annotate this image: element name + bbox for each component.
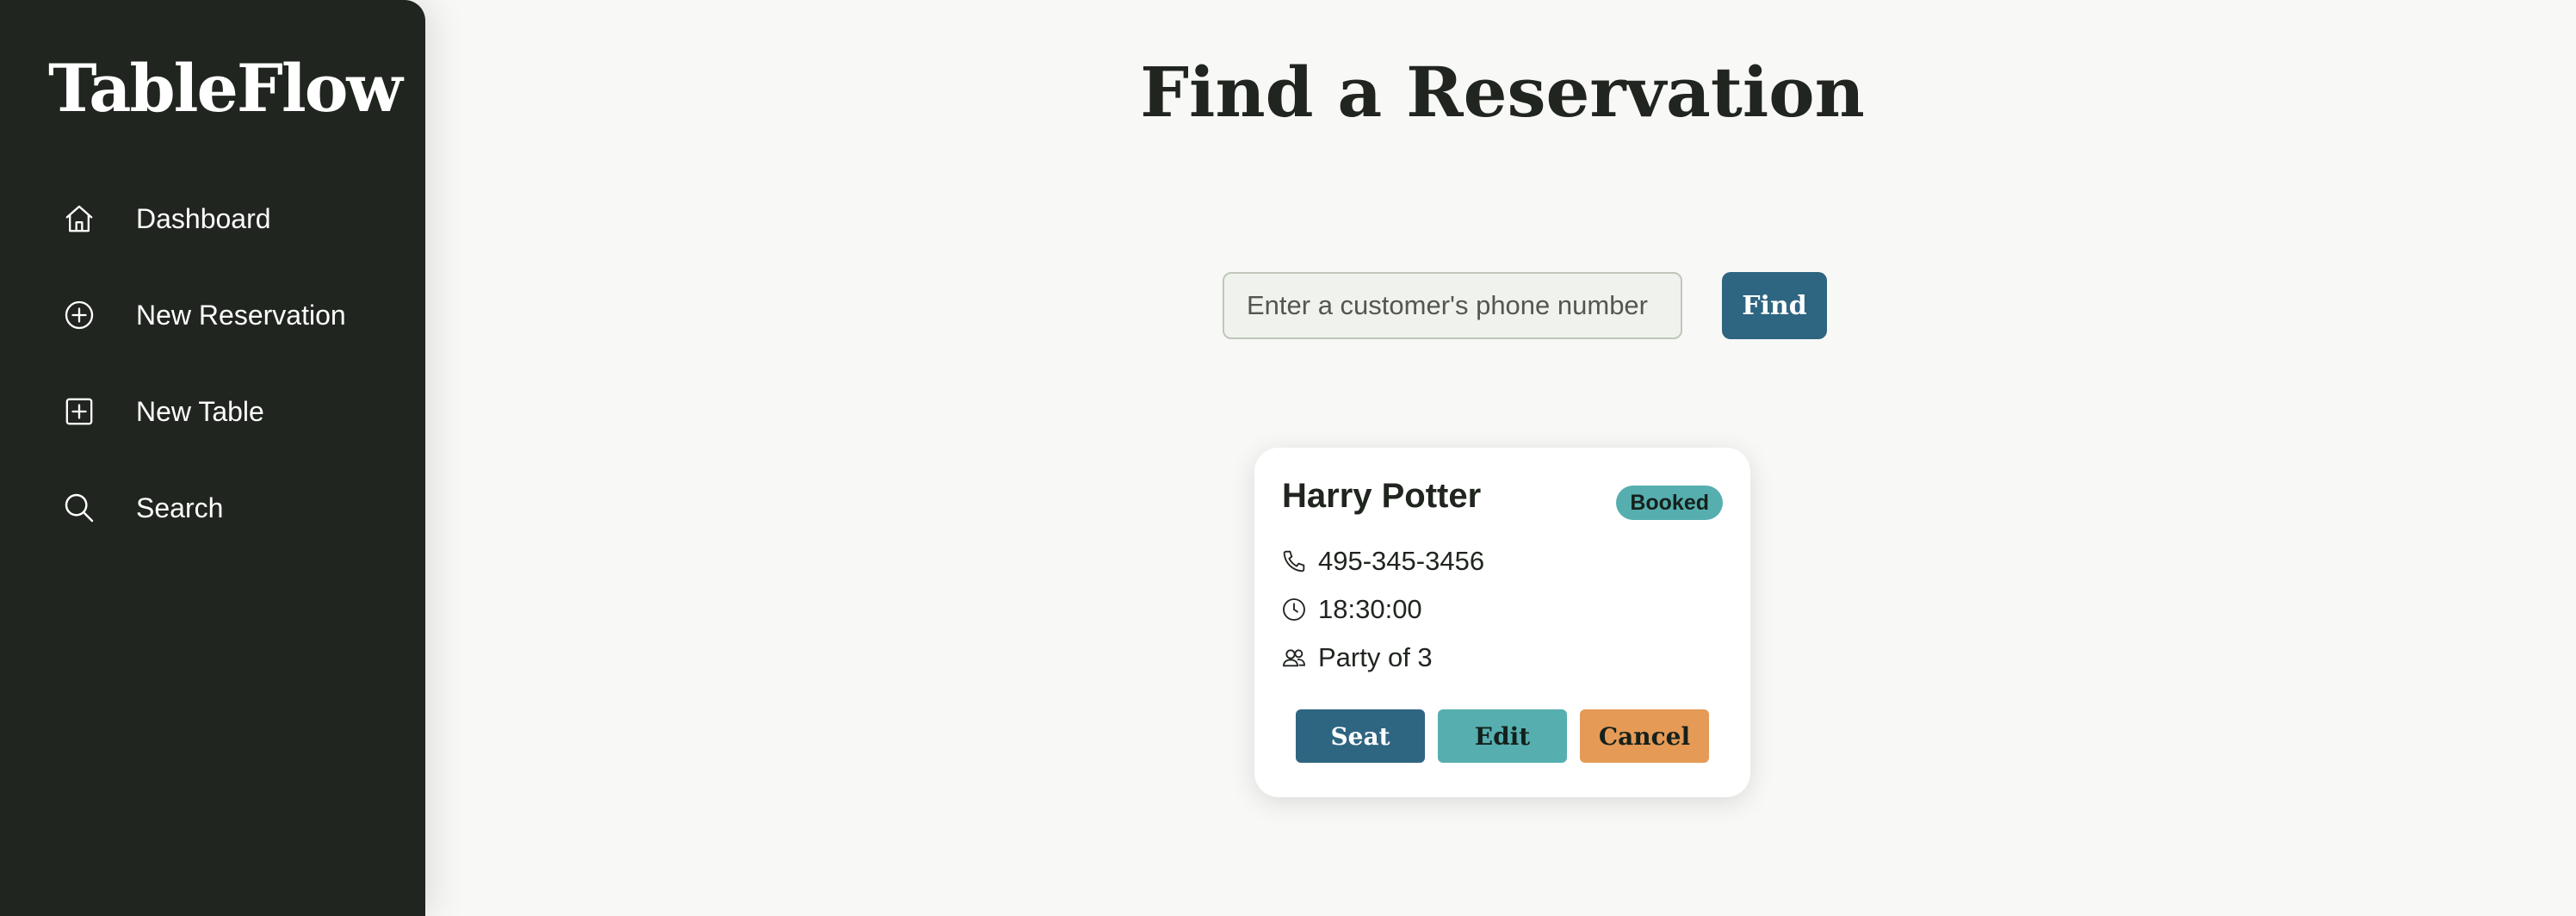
page-title: Find a Reservation: [1140, 52, 1865, 133]
sidebar: TableFlow Dashboard New Reservation New …: [0, 0, 425, 916]
sidebar-item-label: Dashboard: [136, 203, 271, 234]
sidebar-item-label: New Table: [136, 396, 264, 427]
phone-search-input[interactable]: [1223, 272, 1682, 339]
phone-number: 495-345-3456: [1318, 546, 1485, 576]
phone-icon: [1280, 548, 1308, 575]
brand-logo[interactable]: TableFlow: [48, 41, 403, 136]
status-badge: Booked: [1616, 486, 1723, 520]
edit-button[interactable]: Edit: [1438, 709, 1567, 763]
home-icon: [62, 201, 96, 236]
plus-circle-icon: [62, 298, 96, 332]
users-icon: [1280, 644, 1308, 672]
search-icon: [62, 491, 96, 525]
sidebar-item-label: New Reservation: [136, 300, 346, 331]
seat-button[interactable]: Seat: [1296, 709, 1425, 763]
sidebar-item-new-reservation[interactable]: New Reservation: [0, 279, 425, 348]
party-size: Party of 3: [1318, 642, 1433, 672]
customer-name: Harry Potter: [1282, 477, 1482, 515]
reservation-time: 18:30:00: [1318, 594, 1422, 624]
reservation-card: Harry Potter Booked 495-345-3456 18:30:0…: [1254, 448, 1750, 797]
app-root: TableFlow Dashboard New Reservation New …: [0, 0, 2576, 916]
plus-square-icon: [62, 394, 96, 429]
sidebar-item-dashboard[interactable]: Dashboard: [0, 183, 425, 251]
sidebar-item-search[interactable]: Search: [0, 472, 425, 541]
clock-icon: [1280, 596, 1308, 623]
find-button[interactable]: Find: [1722, 272, 1827, 339]
sidebar-item-label: Search: [136, 492, 224, 523]
sidebar-item-new-table[interactable]: New Table: [0, 375, 425, 444]
cancel-button[interactable]: Cancel: [1580, 709, 1709, 763]
